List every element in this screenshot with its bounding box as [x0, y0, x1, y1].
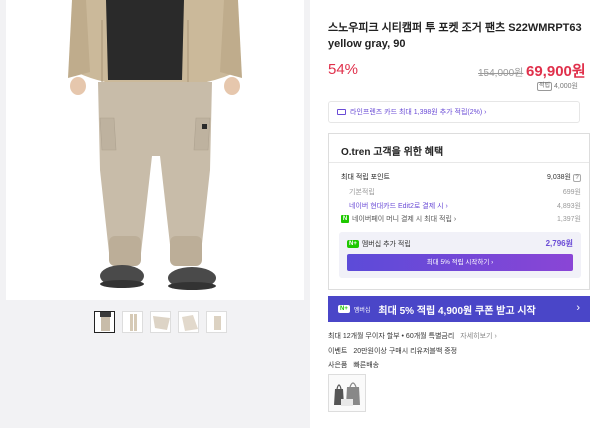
- naverpay-icon: N: [341, 215, 349, 223]
- nplus-icon: N+: [338, 305, 350, 313]
- installment-more-link[interactable]: 자세히보기 ›: [460, 331, 496, 341]
- thumbnail-1[interactable]: [94, 311, 115, 333]
- npay-point-value: 1,397원: [557, 216, 581, 223]
- membership-start-button[interactable]: 최대 5% 적립 시작하기 ›: [347, 254, 573, 271]
- max-point-row: 최대 적립 포인트 9,038원?: [341, 172, 581, 182]
- point-info: 적립 4,000원: [536, 81, 578, 91]
- card-benefit-text: 라인프렌즈 카드 최대 1,398원 추가 적립(2%) ›: [350, 109, 487, 116]
- membership-badge-label: 멤버십: [353, 307, 371, 314]
- base-point-row: 기본적립 699원: [349, 187, 581, 197]
- product-image: [6, 0, 304, 300]
- installment-text: 최대 12개월 무이자 할부 • 60개월 특별금리: [328, 333, 455, 340]
- card-point-row[interactable]: 네이버 현대카드 Edit2로 결제 시 › 4,893원: [349, 201, 581, 211]
- membership-box: N+ 멤버십 추가 적립 2,796원 최대 5% 적립 시작하기 ›: [339, 232, 581, 278]
- coupon-banner[interactable]: N+ 멤버십 최대 5% 적립 4,900원 쿠폰 받고 시작 ›: [328, 296, 590, 322]
- card-point-value: 4,893원: [557, 203, 581, 210]
- gift-thumbnail[interactable]: [328, 374, 366, 412]
- gift-text: 빠른배송: [353, 362, 380, 369]
- membership-label: 멤버십 추가 적립: [361, 240, 411, 248]
- base-point-label: 기본적립: [349, 189, 375, 196]
- thumbnail-5[interactable]: [206, 311, 227, 333]
- product-photo: [6, 0, 304, 300]
- installment-row: 최대 12개월 무이자 할부 • 60개월 특별금리 자세히보기 ›: [328, 331, 497, 341]
- thumbnail-3[interactable]: [150, 311, 171, 333]
- product-title: 스노우피크 시티캠퍼 투 포켓 조거 팬츠 S22WMRPT63 yellow …: [328, 22, 582, 50]
- thumbnail-2[interactable]: [122, 311, 143, 333]
- product-gallery: [0, 0, 306, 428]
- benefit-box: O.tren 고객을 위한 혜택 최대 적립 포인트 9,038원? 기본적립 …: [328, 133, 590, 290]
- product-info-panel: 스노우피크 시티캠퍼 투 포켓 조거 팬츠 S22WMRPT63 yellow …: [310, 0, 600, 428]
- thumbnail-strip: [94, 311, 227, 333]
- event-row: 이벤트 20만원이상 구매시 리유저블백 증정: [328, 346, 457, 356]
- event-text: 20만원이상 구매시 리유저블백 증정: [353, 348, 458, 355]
- benefit-title: O.tren 고객을 위한 혜택: [341, 147, 444, 158]
- discount-rate: 54%: [328, 61, 359, 78]
- chevron-right-icon: ›: [576, 302, 580, 314]
- card-point-link[interactable]: 네이버 현대카드 Edit2로 결제 시 ›: [349, 201, 448, 211]
- event-label: 이벤트: [328, 348, 348, 355]
- divider: [329, 162, 589, 163]
- credit-card-icon: [337, 109, 346, 115]
- max-point-label: 최대 적립 포인트: [341, 174, 390, 181]
- npay-point-row[interactable]: N 네이버페이 머니 결제 시 최대 적립 › 1,397원: [341, 214, 581, 224]
- point-badge: 적립: [536, 81, 553, 91]
- original-price: 154,000원: [478, 68, 524, 79]
- card-benefit-banner[interactable]: 라인프렌즈 카드 최대 1,398원 추가 적립(2%) ›: [328, 101, 580, 123]
- point-value: 4,000원: [554, 83, 578, 90]
- gift-label: 사은품: [328, 362, 348, 369]
- help-icon[interactable]: ?: [573, 174, 581, 182]
- max-point-value: 9,038원: [547, 174, 571, 181]
- npay-point-label[interactable]: 네이버페이 머니 결제 시 최대 적립 ›: [352, 214, 456, 224]
- gift-row: 사은품 빠른배송: [328, 360, 379, 370]
- base-point-value: 699원: [562, 189, 581, 196]
- nplus-icon: N+: [347, 239, 359, 248]
- sale-price: 69,900원: [526, 63, 586, 80]
- coupon-text: 최대 5% 적립 4,900원 쿠폰 받고 시작: [378, 305, 536, 317]
- thumbnail-4[interactable]: [178, 311, 199, 333]
- tote-bag-icon: [329, 375, 365, 411]
- membership-value: 2,796원: [545, 239, 573, 248]
- membership-row: N+ 멤버십 추가 적립 2,796원: [347, 238, 573, 249]
